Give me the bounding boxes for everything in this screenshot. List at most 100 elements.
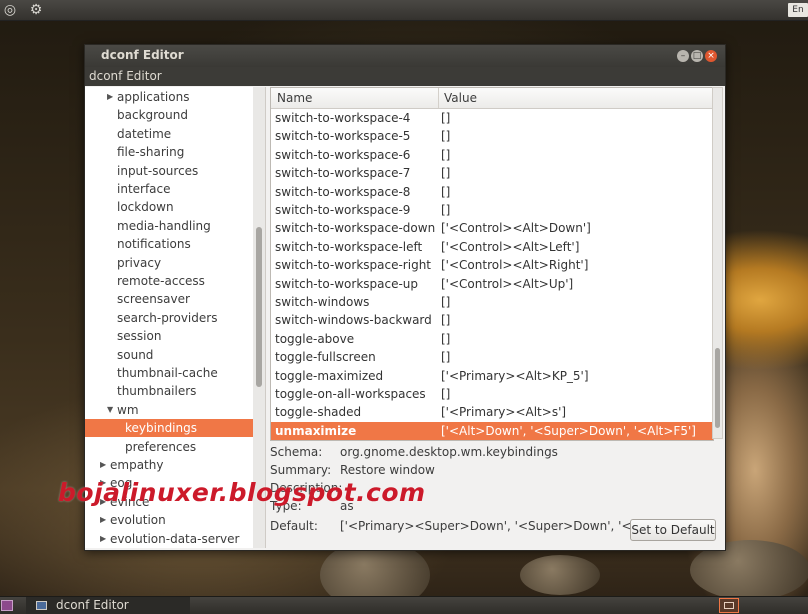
workspace-switcher[interactable] bbox=[719, 598, 739, 613]
key-value[interactable]: [] bbox=[441, 164, 450, 182]
table-row[interactable]: toggle-fullscreen [] bbox=[271, 348, 713, 366]
tree-item[interactable]: ▶ evolution bbox=[85, 511, 253, 529]
key-value[interactable]: [] bbox=[441, 311, 450, 329]
tree-item[interactable]: input-sources bbox=[85, 162, 253, 180]
tree-item[interactable]: ▶ empathy bbox=[85, 456, 253, 474]
tree-item-label: lockdown bbox=[117, 200, 174, 215]
maximize-icon[interactable]: □ bbox=[691, 50, 703, 62]
tree-item[interactable]: keybindings bbox=[85, 419, 253, 438]
key-value[interactable]: ['<Primary><Alt>s'] bbox=[441, 403, 566, 421]
key-value[interactable]: ['<Control><Alt>Up'] bbox=[441, 275, 573, 293]
column-header-name[interactable]: Name bbox=[277, 91, 312, 105]
tree-item[interactable]: preferences bbox=[85, 438, 253, 456]
table-row[interactable]: switch-to-workspace-right ['<Control><Alt… bbox=[271, 256, 713, 274]
tree-item[interactable]: ▼ wm bbox=[85, 401, 253, 419]
workspace-icon bbox=[724, 602, 734, 609]
tree-item-label: evolution-data-server bbox=[110, 531, 240, 546]
key-value[interactable]: [] bbox=[441, 146, 450, 164]
dconf-editor-window: dconf Editor – □ × dconf Editor ▶ applica… bbox=[84, 44, 726, 551]
key-value[interactable]: [] bbox=[441, 109, 450, 127]
set-to-default-button[interactable]: Set to Default bbox=[630, 519, 716, 541]
tree-scrollbar-thumb[interactable] bbox=[256, 227, 262, 387]
table-row[interactable]: toggle-shaded ['<Primary><Alt>s'] bbox=[271, 403, 713, 421]
key-value[interactable]: [] bbox=[441, 293, 450, 311]
tree-item[interactable]: notifications bbox=[85, 235, 253, 253]
key-value[interactable]: ['<Primary><Alt>KP_5'] bbox=[441, 367, 589, 385]
table-scrollbar[interactable] bbox=[712, 87, 723, 439]
taskbar-item-label: dconf Editor bbox=[56, 598, 129, 612]
tree-item-label: wm bbox=[117, 402, 139, 417]
table-row[interactable]: toggle-above [] bbox=[271, 330, 713, 348]
column-header-value[interactable]: Value bbox=[444, 91, 477, 105]
tree-item-label: media-handling bbox=[117, 218, 211, 233]
table-row[interactable]: toggle-maximized ['<Primary><Alt>KP_5'] bbox=[271, 367, 713, 385]
tree-item[interactable]: ▶ evolution-data-server bbox=[85, 530, 253, 548]
key-value[interactable]: [] bbox=[441, 201, 450, 219]
schema-label: Schema: bbox=[270, 445, 323, 459]
taskbar-item-dconf-editor[interactable]: dconf Editor bbox=[26, 597, 190, 614]
top-panel: ◎ ⚙ En bbox=[0, 0, 808, 21]
key-value[interactable]: [] bbox=[441, 127, 450, 145]
table-row[interactable]: switch-to-workspace-down ['<Control><Alt>… bbox=[271, 219, 713, 237]
table-row[interactable]: switch-to-workspace-9 [] bbox=[271, 201, 713, 219]
window-titlebar[interactable]: dconf Editor – □ × bbox=[85, 45, 725, 67]
key-name: switch-to-workspace-right bbox=[275, 258, 432, 273]
key-value[interactable]: [] bbox=[441, 183, 450, 201]
key-value[interactable]: ['<Control><Alt>Right'] bbox=[441, 256, 588, 274]
settings-gear-icon[interactable]: ⚙ bbox=[28, 2, 44, 18]
tree-item[interactable]: interface bbox=[85, 180, 253, 198]
key-value[interactable]: ['<Control><Alt>Left'] bbox=[441, 238, 579, 256]
table-row[interactable]: unmaximize ['<Alt>Down', '<Super>Down', '… bbox=[271, 421, 713, 440]
tree-item-label: remote-access bbox=[117, 274, 205, 288]
menubar-app-title[interactable]: dconf Editor bbox=[89, 69, 162, 83]
show-desktop-icon[interactable] bbox=[1, 600, 13, 611]
tree-item[interactable]: screensaver bbox=[85, 290, 253, 308]
tree-item[interactable]: lockdown bbox=[85, 198, 253, 216]
key-value[interactable]: [] bbox=[441, 348, 450, 366]
table-row[interactable]: toggle-on-all-workspaces [] bbox=[271, 385, 713, 403]
key-value[interactable]: [] bbox=[441, 385, 450, 403]
table-scrollbar-thumb[interactable] bbox=[715, 348, 720, 428]
schema-row: Schema: org.gnome.desktop.wm.keybindings bbox=[270, 443, 720, 461]
key-value[interactable]: [] bbox=[441, 330, 450, 348]
table-row[interactable]: switch-windows-backward [] bbox=[271, 311, 713, 329]
tree-item[interactable]: search-providers bbox=[85, 309, 253, 327]
minimize-icon[interactable]: – bbox=[677, 50, 689, 62]
key-value[interactable]: ['<Alt>Down', '<Super>Down', '<Alt>F5'] bbox=[441, 422, 696, 440]
expander-closed-icon[interactable]: ▶ bbox=[100, 456, 106, 474]
expander-closed-icon[interactable]: ▶ bbox=[107, 88, 113, 106]
menubar: dconf Editor bbox=[85, 67, 725, 86]
language-indicator[interactable]: En bbox=[788, 3, 808, 17]
ubuntu-logo-icon[interactable]: ◎ bbox=[2, 2, 18, 18]
expander-closed-icon[interactable]: ▶ bbox=[100, 530, 106, 548]
expander-closed-icon[interactable]: ▶ bbox=[100, 511, 106, 529]
tree-item[interactable]: session bbox=[85, 327, 253, 345]
tree-item[interactable]: datetime bbox=[85, 125, 253, 143]
tree-item[interactable]: sound bbox=[85, 346, 253, 364]
tree-item[interactable]: thumbnail-cache bbox=[85, 364, 253, 382]
table-row[interactable]: switch-to-workspace-left ['<Control><Alt>… bbox=[271, 238, 713, 256]
tree-item[interactable]: remote-access bbox=[85, 272, 253, 290]
column-separator[interactable] bbox=[438, 88, 439, 108]
tree-item[interactable]: ▶ applications bbox=[85, 88, 253, 106]
close-icon[interactable]: × bbox=[705, 50, 717, 62]
table-row[interactable]: switch-to-workspace-6 [] bbox=[271, 146, 713, 164]
summary-row: Summary: Restore window bbox=[270, 461, 720, 479]
tree-item[interactable]: media-handling bbox=[85, 217, 253, 235]
tree-item[interactable]: file-sharing bbox=[85, 143, 253, 161]
table-row[interactable]: switch-to-workspace-7 [] bbox=[271, 164, 713, 182]
tree-item[interactable]: privacy bbox=[85, 254, 253, 272]
tree-item-label: notifications bbox=[117, 237, 191, 252]
table-row[interactable]: switch-to-workspace-up ['<Control><Alt>Up… bbox=[271, 275, 713, 293]
table-row[interactable]: switch-to-workspace-8 [] bbox=[271, 183, 713, 201]
tree-item[interactable]: background bbox=[85, 106, 253, 124]
key-name: switch-to-workspace-7 bbox=[275, 166, 411, 181]
table-row[interactable]: switch-to-workspace-5 [] bbox=[271, 127, 713, 145]
expander-open-icon[interactable]: ▼ bbox=[107, 401, 113, 419]
table-row[interactable]: switch-to-workspace-4 [] bbox=[271, 109, 713, 127]
key-value[interactable]: ['<Control><Alt>Down'] bbox=[441, 219, 591, 237]
key-name: toggle-shaded bbox=[275, 405, 362, 420]
key-name: switch-windows bbox=[275, 295, 370, 309]
table-row[interactable]: switch-windows [] bbox=[271, 293, 713, 311]
tree-item[interactable]: thumbnailers bbox=[85, 382, 253, 400]
